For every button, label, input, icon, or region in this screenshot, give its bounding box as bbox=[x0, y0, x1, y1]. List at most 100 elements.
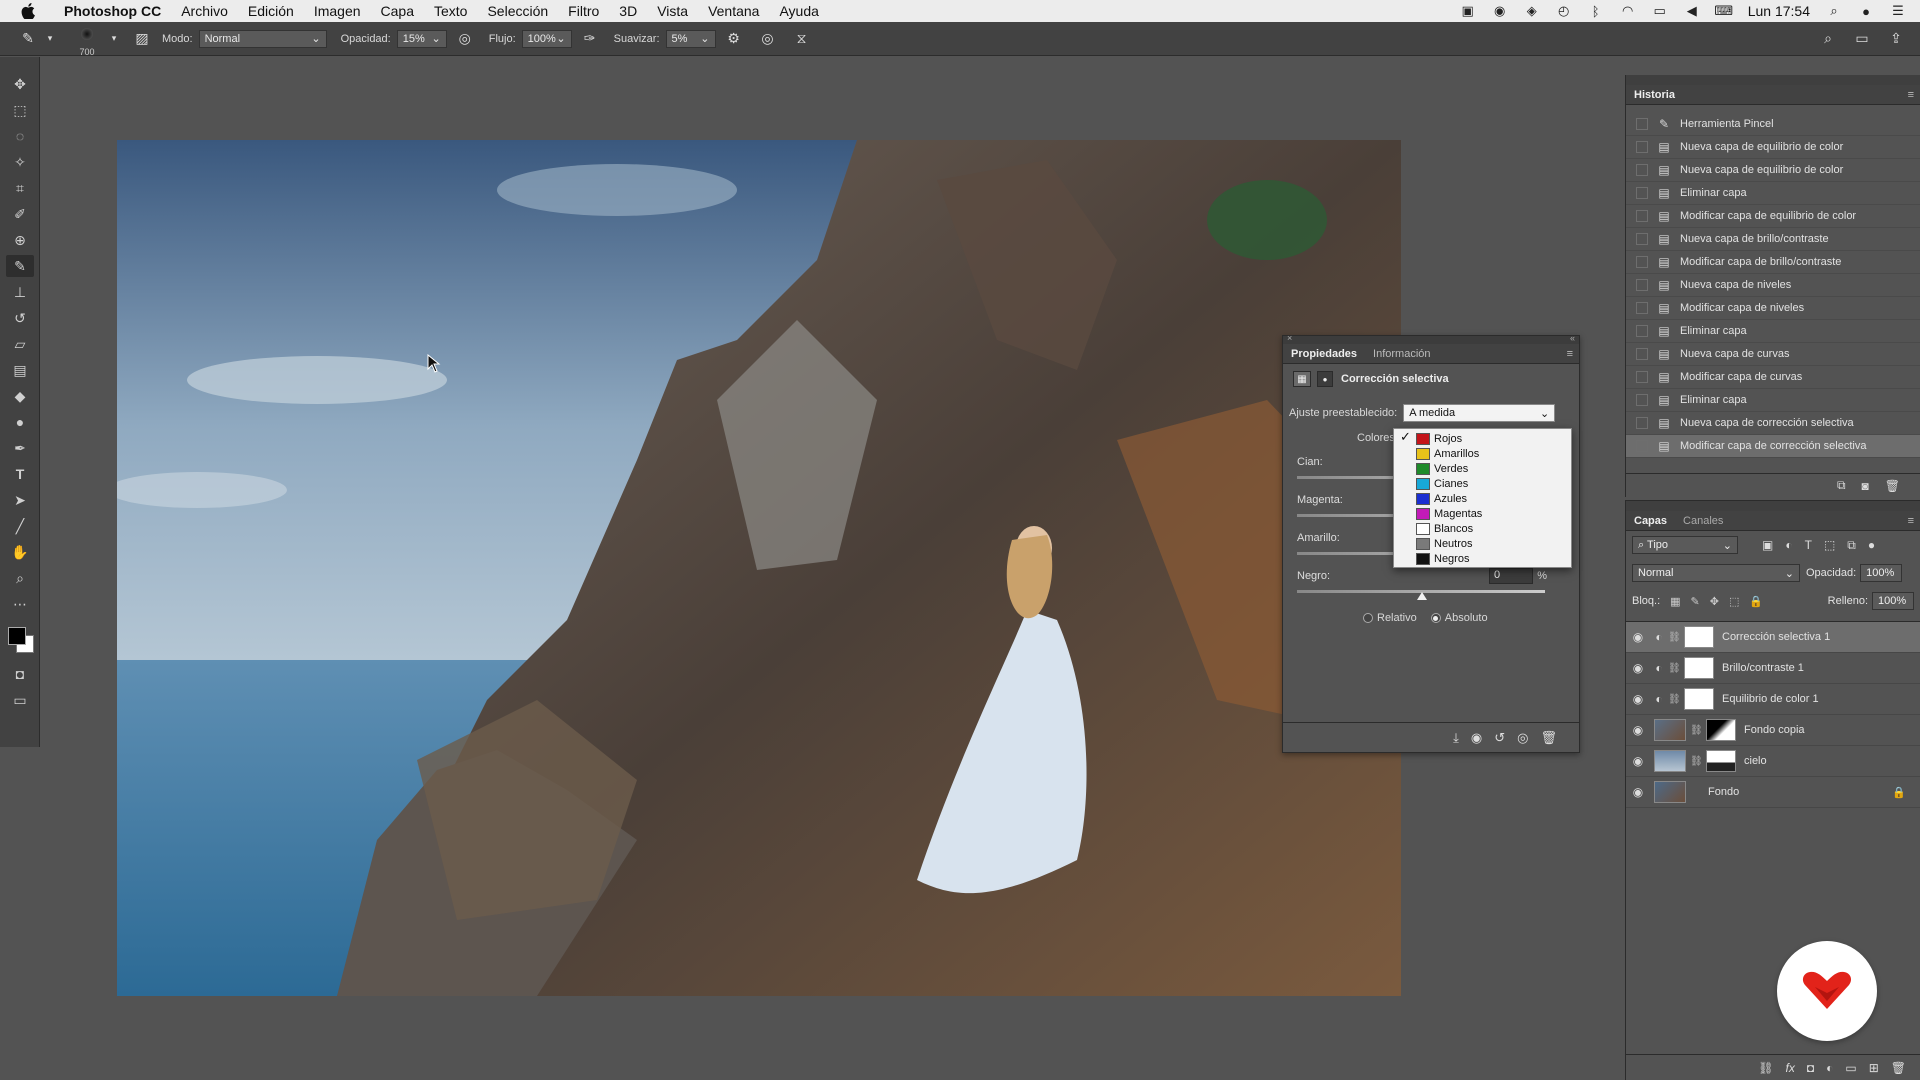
history-item[interactable]: ▤ Nueva capa de corrección selectiva bbox=[1626, 412, 1920, 435]
history-snapshot-box[interactable] bbox=[1636, 118, 1648, 130]
layer-mask-thumbnail[interactable] bbox=[1684, 657, 1714, 679]
layer-row[interactable]: ◉ ⛓ cielo bbox=[1626, 746, 1920, 777]
radio-relativo[interactable]: Relativo bbox=[1363, 612, 1417, 624]
visibility-eye-icon[interactable]: ◎ bbox=[1517, 730, 1528, 746]
tool-preset-chevron-icon[interactable]: ▾ bbox=[40, 29, 60, 49]
quick-mask-icon[interactable]: ◘ bbox=[6, 663, 34, 685]
notification-center-icon[interactable]: ☰ bbox=[1890, 3, 1906, 19]
layer-mask-thumbnail[interactable] bbox=[1684, 626, 1714, 648]
brush-tool-icon[interactable]: ✎ bbox=[6, 255, 34, 277]
color-option-cianes[interactable]: Cianes bbox=[1394, 476, 1571, 491]
panel-drag-bar[interactable] bbox=[1626, 501, 1920, 511]
history-item[interactable]: ▤ Modificar capa de equilibrio de color bbox=[1626, 205, 1920, 228]
layer-mask-thumbnail[interactable] bbox=[1706, 719, 1736, 741]
marquee-tool-icon[interactable]: ⬚ bbox=[6, 99, 34, 121]
menu-seleccion[interactable]: Selección bbox=[477, 3, 558, 19]
history-item[interactable]: ▤ Nueva capa de niveles bbox=[1626, 274, 1920, 297]
foreground-color-swatch[interactable] bbox=[8, 627, 26, 645]
gear-icon[interactable]: ⚙ bbox=[724, 29, 744, 49]
eye-icon[interactable]: ◉ bbox=[1626, 785, 1650, 799]
filter-smart-object-icon[interactable]: ⧉ bbox=[1847, 538, 1856, 553]
airplay-icon[interactable]: ▭ bbox=[1652, 3, 1668, 19]
wifi-icon[interactable]: ◠ bbox=[1620, 3, 1636, 19]
history-item[interactable]: ▤ Eliminar capa bbox=[1626, 320, 1920, 343]
menu-app-name[interactable]: Photoshop CC bbox=[54, 3, 171, 19]
history-item[interactable]: ▤ Eliminar capa bbox=[1626, 389, 1920, 412]
history-snapshot-box[interactable] bbox=[1636, 141, 1648, 153]
blend-mode-select[interactable]: Normal ⌄ bbox=[1632, 564, 1800, 582]
menu-ayuda[interactable]: Ayuda bbox=[769, 3, 828, 19]
selective-color-icon[interactable]: ▦ bbox=[1293, 371, 1311, 387]
share-icon[interactable]: ⇪ bbox=[1886, 28, 1906, 48]
menu-edicion[interactable]: Edición bbox=[238, 3, 304, 19]
history-item[interactable]: ▤ Modificar capa de niveles bbox=[1626, 297, 1920, 320]
menu-archivo[interactable]: Archivo bbox=[171, 3, 238, 19]
lock-all-icon[interactable]: 🔒 bbox=[1749, 595, 1763, 608]
apple-icon[interactable] bbox=[18, 1, 38, 21]
trash-icon[interactable]: 🗑 bbox=[1540, 730, 1557, 746]
clip-to-layer-icon[interactable]: ⤓ bbox=[1453, 730, 1459, 746]
crop-tool-icon[interactable]: ⌗ bbox=[6, 177, 34, 199]
move-tool-icon[interactable]: ✥ bbox=[6, 73, 34, 95]
lasso-tool-icon[interactable]: ◌ bbox=[6, 125, 34, 147]
color-option-amarillos[interactable]: Amarillos bbox=[1394, 446, 1571, 461]
eyedropper-tool-icon[interactable]: ✐ bbox=[6, 203, 34, 225]
dodge-tool-icon[interactable]: ● bbox=[6, 411, 34, 433]
volume-icon[interactable]: ◀ bbox=[1684, 3, 1700, 19]
new-adjustment-layer-icon[interactable]: ◐ bbox=[1826, 1061, 1833, 1075]
brush-preset-picker[interactable]: 700 bbox=[70, 24, 104, 57]
history-item[interactable]: ✎ Herramienta Pincel bbox=[1626, 113, 1920, 136]
toolbar-grip[interactable] bbox=[0, 57, 39, 69]
lock-artboard-icon[interactable]: ⬚ bbox=[1729, 595, 1739, 608]
hand-tool-icon[interactable]: ✋ bbox=[6, 541, 34, 563]
panel-menu-icon[interactable]: ≡ bbox=[1908, 89, 1914, 101]
layer-opacity-input[interactable]: 100% bbox=[1860, 564, 1903, 582]
new-group-icon[interactable]: ▭ bbox=[1845, 1061, 1856, 1075]
history-item[interactable]: ▤ Modificar capa de curvas bbox=[1626, 366, 1920, 389]
lock-transparency-icon[interactable]: ▦ bbox=[1670, 595, 1680, 608]
history-snapshot-box[interactable] bbox=[1636, 417, 1648, 429]
color-option-rojos[interactable]: ✓ Rojos bbox=[1394, 429, 1571, 446]
history-snapshot-box[interactable] bbox=[1636, 302, 1648, 314]
filter-shape-icon[interactable]: ⬚ bbox=[1824, 538, 1835, 553]
gradient-tool-icon[interactable]: ▤ bbox=[6, 359, 34, 381]
eye-icon[interactable]: ◉ bbox=[1626, 692, 1650, 706]
history-snapshot-box[interactable] bbox=[1636, 348, 1648, 360]
layer-row[interactable]: ◉ ◐ ⛓ Equilibrio de color 1 bbox=[1626, 684, 1920, 715]
tab-informacion[interactable]: Información bbox=[1365, 348, 1438, 360]
link-icon[interactable]: ⛓ bbox=[1690, 725, 1703, 736]
history-item[interactable]: ▤ Nueva capa de brillo/contraste bbox=[1626, 228, 1920, 251]
black-slider-thumb[interactable] bbox=[1417, 592, 1427, 600]
flow-input[interactable]: 100% ⌄ bbox=[521, 29, 572, 48]
search-icon[interactable]: ⌕ bbox=[1818, 28, 1838, 48]
brush-tool-icon[interactable]: ✎ bbox=[18, 29, 38, 49]
mask-icon[interactable]: ● bbox=[1317, 371, 1333, 387]
history-snapshot-box[interactable] bbox=[1636, 164, 1648, 176]
pen-tool-icon[interactable]: ✒ bbox=[6, 437, 34, 459]
camera-snapshot-icon[interactable]: ◙ bbox=[1862, 479, 1869, 493]
trash-icon[interactable]: 🗑 bbox=[1891, 1061, 1906, 1075]
time-machine-icon[interactable]: ◴ bbox=[1556, 3, 1572, 19]
link-icon[interactable]: ⛓ bbox=[1690, 756, 1703, 767]
color-option-blancos[interactable]: Blancos bbox=[1394, 521, 1571, 536]
opacity-input[interactable]: 15% ⌄ bbox=[396, 29, 447, 48]
lock-icon[interactable]: 🔒 bbox=[1892, 786, 1906, 799]
clock[interactable]: Lun 17:54 bbox=[1748, 3, 1810, 19]
view-previous-state-icon[interactable]: ◉ bbox=[1471, 730, 1482, 746]
screen-mode-icon[interactable]: ▭ bbox=[6, 689, 34, 711]
history-item-selected[interactable]: ▤ Modificar capa de corrección selectiva bbox=[1626, 435, 1920, 458]
history-brush-tool-icon[interactable]: ↺ bbox=[6, 307, 34, 329]
filter-toggle-icon[interactable]: ● bbox=[1868, 538, 1875, 553]
black-slider[interactable]: Negro: 0 % bbox=[1297, 568, 1547, 600]
menu-vista[interactable]: Vista bbox=[647, 3, 698, 19]
collapse-icon[interactable]: « bbox=[1570, 333, 1575, 343]
link-layers-icon[interactable]: ⛓ bbox=[1758, 1061, 1773, 1075]
menu-filtro[interactable]: Filtro bbox=[558, 3, 609, 19]
layer-row[interactable]: ◉ ◐ ⛓ Brillo/contraste 1 bbox=[1626, 653, 1920, 684]
path-selection-tool-icon[interactable]: ➤ bbox=[6, 489, 34, 511]
brush-chevron-icon[interactable]: ▾ bbox=[104, 29, 124, 49]
dropbox-icon[interactable]: ◈ bbox=[1524, 3, 1540, 19]
reset-icon[interactable]: ↺ bbox=[1494, 730, 1505, 746]
menu-3d[interactable]: 3D bbox=[609, 3, 647, 19]
document-canvas[interactable] bbox=[117, 140, 1401, 996]
